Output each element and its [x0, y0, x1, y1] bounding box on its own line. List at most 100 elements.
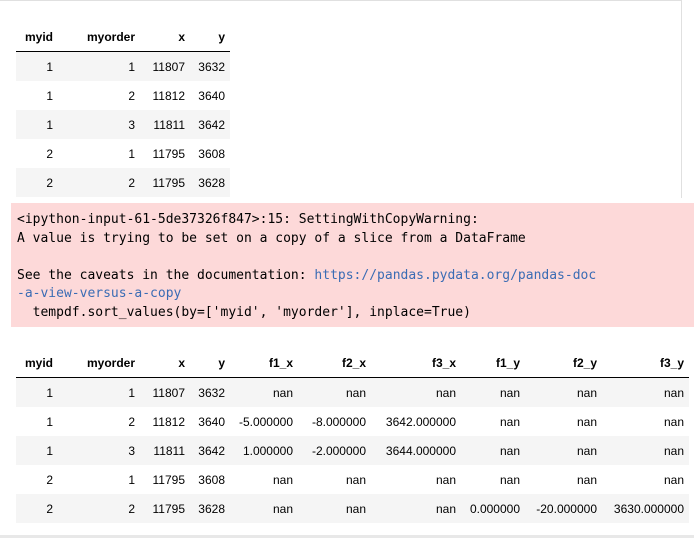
warning-line: <ipython-input-61-5de37326f847>:15: Sett…: [17, 212, 479, 227]
table-cell: nan: [576, 472, 597, 487]
table-row: 1 3 11811 3642 1.000000 -2.000000 3644.000000 n…: [16, 436, 689, 465]
table-cell: 1: [128, 59, 135, 74]
table-cell: 1: [128, 472, 135, 487]
table-cell: 1: [46, 443, 53, 458]
column-header: x: [140, 22, 190, 52]
table-cell: -5.000000: [238, 414, 293, 429]
table-cell: 11795: [152, 472, 185, 487]
table-cell: 2: [128, 175, 135, 190]
table-cell: -20.000000: [536, 501, 597, 516]
table-row: 2 2 11795 3628 nan nan nan 0.000000 -20.000000 36…: [16, 494, 689, 523]
column-header: f1_y: [461, 348, 525, 378]
documentation-link[interactable]: https://pandas.pydata.org/pandas-doc: [314, 268, 596, 283]
table-cell: 1: [46, 414, 53, 429]
column-header: f2_y: [525, 348, 602, 378]
column-header: myorder: [58, 348, 140, 378]
table-cell: 1: [46, 385, 53, 400]
table-cell: 3608: [198, 146, 225, 161]
table-cell: 2: [128, 501, 135, 516]
table-cell: nan: [272, 385, 293, 400]
column-header: y: [190, 348, 230, 378]
table-cell: nan: [576, 443, 597, 458]
table-cell: nan: [663, 414, 684, 429]
table-cell: -2.000000: [311, 443, 366, 458]
column-header: myid: [16, 22, 58, 52]
table-cell: 11812: [152, 414, 185, 429]
column-header: f2_x: [298, 348, 371, 378]
table-cell: nan: [272, 472, 293, 487]
table-cell: 11811: [153, 117, 185, 132]
table-cell: 3608: [198, 472, 225, 487]
cell-top-border: [0, 0, 682, 1]
table-header-row: myid myorder x y f1_x f2_x f3_x f1_y f2_…: [16, 348, 689, 378]
table-cell: nan: [345, 501, 366, 516]
table-cell: 3628: [198, 175, 225, 190]
column-header: f3_y: [602, 348, 689, 378]
table-cell: 3642: [198, 443, 225, 458]
table-cell: 3632: [198, 59, 225, 74]
warning-source-line: tempdf.sort_values(by=['myid', 'myorder'…: [17, 304, 471, 320]
table-cell: nan: [499, 472, 520, 487]
table-cell: -8.000000: [311, 414, 366, 429]
table-cell: 2: [46, 472, 53, 487]
cell-right-border: [681, 0, 682, 198]
table-cell: nan: [663, 385, 684, 400]
table-cell: 3: [128, 443, 135, 458]
table-cell: nan: [435, 385, 456, 400]
table-cell: 1: [46, 59, 53, 74]
table-header-row: myid myorder x y: [16, 22, 230, 52]
column-header: f3_x: [371, 348, 461, 378]
table-cell: nan: [499, 385, 520, 400]
table-cell: 3640: [198, 88, 225, 103]
column-header: myid: [16, 348, 58, 378]
table-row: 1 1 11807 3632: [16, 51, 230, 81]
table-cell: 11807: [152, 59, 185, 74]
table-cell: 2: [128, 414, 135, 429]
column-header: f1_x: [230, 348, 298, 378]
table-cell: nan: [576, 385, 597, 400]
table-cell: 0.000000: [469, 501, 520, 516]
table-cell: nan: [435, 501, 456, 516]
table-cell: 3642.000000: [385, 414, 456, 429]
table-cell: 3630.000000: [613, 501, 684, 516]
table-row: 2 2 11795 3628: [16, 168, 230, 197]
table-cell: 2: [46, 175, 53, 190]
table-cell: 1: [128, 385, 135, 400]
table-cell: 2: [46, 501, 53, 516]
table-cell: 3642: [198, 117, 225, 132]
table-row: 2 1 11795 3608: [16, 139, 230, 168]
table-cell: nan: [435, 472, 456, 487]
table-cell: nan: [663, 443, 684, 458]
table-cell: nan: [663, 472, 684, 487]
table-cell: 3632: [198, 385, 225, 400]
table-cell: nan: [272, 501, 293, 516]
table-row: 1 2 11812 3640: [16, 81, 230, 110]
table-cell: 1: [46, 117, 53, 132]
warning-text: <ipython-input-61-5de37326f847>:15: Sett…: [11, 203, 694, 322]
table-row: 1 3 11811 3642: [16, 110, 230, 139]
dataframe-output-1: myid myorder x y 1 1 11807 3632 1 2 11812 3640 1…: [16, 22, 230, 197]
table-cell: nan: [499, 414, 520, 429]
warning-line: A value is trying to be set on a copy of…: [17, 230, 526, 246]
table-cell: 3628: [198, 501, 225, 516]
table-cell: 11811: [153, 443, 185, 458]
table-cell: 11795: [152, 146, 185, 161]
documentation-link-continued[interactable]: -a-view-versus-a-copy: [17, 286, 181, 301]
warning-line: See the caveats in the documentation:: [17, 267, 315, 283]
table-cell: nan: [345, 472, 366, 487]
table-cell: 11812: [152, 88, 185, 103]
column-header: y: [190, 22, 230, 52]
dataframe-output-2: myid myorder x y f1_x f2_x f3_x f1_y f2_…: [16, 348, 689, 523]
table-cell: 11795: [152, 501, 185, 516]
table-cell: 2: [46, 146, 53, 161]
table-cell: 3644.000000: [385, 443, 456, 458]
table-cell: nan: [576, 414, 597, 429]
column-header: x: [140, 348, 190, 378]
warning-output: <ipython-input-61-5de37326f847>:15: Sett…: [11, 203, 694, 327]
table-cell: 11807: [152, 385, 185, 400]
table-row: 1 2 11812 3640 -5.000000 -8.000000 3642.000000…: [16, 407, 689, 436]
table-cell: nan: [499, 443, 520, 458]
table-cell: 2: [128, 88, 135, 103]
table-cell: 1.000000: [242, 443, 293, 458]
table-cell: 3640: [198, 414, 225, 429]
